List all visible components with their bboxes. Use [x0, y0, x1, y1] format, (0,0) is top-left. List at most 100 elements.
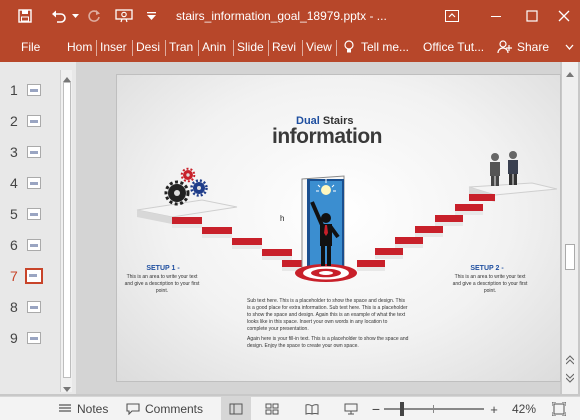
thumbnail-slide-1[interactable]: 1: [0, 82, 60, 102]
comments-label: Comments: [145, 402, 204, 416]
thumbnail-slide-4[interactable]: 4: [0, 175, 60, 195]
center-body-paragraph-2: Again here is your fill-in text. This is…: [247, 336, 409, 349]
thumbnail-slide-3[interactable]: 3: [0, 144, 60, 164]
person-icon: [497, 40, 512, 54]
slide-show-icon: [344, 403, 358, 415]
scroll-up-icon[interactable]: [566, 66, 574, 80]
left-stairs: [172, 217, 312, 271]
normal-view-icon: [229, 403, 243, 415]
ribbon-display-options-icon[interactable]: [434, 0, 470, 32]
setup-2-body: This is an area to write your text and g…: [452, 274, 528, 294]
gears-icon: [164, 167, 208, 206]
slide-thumbnail[interactable]: [27, 84, 41, 96]
thumbnail-slide-2[interactable]: 2: [0, 113, 60, 133]
zoom-percentage[interactable]: 42%: [512, 397, 536, 420]
comment-icon: [126, 403, 140, 415]
tab-animations[interactable]: Anin: [202, 32, 229, 62]
zoom-out-icon[interactable]: −: [371, 397, 381, 420]
reading-view-icon: [305, 404, 319, 415]
slide-thumbnail[interactable]: [27, 177, 41, 189]
slide-thumbnail[interactable]: [27, 332, 41, 344]
notes-button[interactable]: Notes: [58, 397, 108, 420]
slide-thumbnail[interactable]: [27, 301, 41, 313]
slide-sorter-button[interactable]: [262, 397, 282, 420]
tab-home[interactable]: Hom: [67, 32, 95, 62]
ribbon-collapse-icon[interactable]: [565, 32, 577, 62]
share-label: Share: [517, 40, 550, 54]
slide-number: 7: [10, 268, 18, 284]
slide-number: 8: [10, 299, 18, 315]
slide-number: 9: [10, 330, 18, 346]
undo-icon[interactable]: [48, 0, 70, 32]
setup-2-heading: SETUP 2 -: [470, 265, 504, 272]
center-body-paragraph-1: Sub text here. This is a placeholder to …: [247, 298, 408, 332]
title-bar: stairs_information_goal_18979.pptx - ...: [0, 0, 580, 32]
slide-title-line2: information: [272, 125, 383, 148]
zoom-in-icon[interactable]: +: [489, 397, 499, 420]
tab-view[interactable]: View: [306, 32, 334, 62]
slide-number: 6: [10, 237, 18, 253]
tab-slide-show[interactable]: Slide: [237, 32, 267, 62]
maximize-icon[interactable]: [514, 0, 550, 32]
normal-view-button[interactable]: [221, 397, 251, 420]
slide-thumbnail[interactable]: [27, 146, 41, 158]
slide-number: 1: [10, 82, 18, 98]
slide-number: 5: [10, 206, 18, 222]
tab-office-tutorials[interactable]: Office Tut...: [423, 32, 489, 62]
svg-text:h: h: [280, 214, 284, 223]
thumbnail-slide-9[interactable]: 9: [0, 330, 60, 350]
scroll-down-icon[interactable]: [63, 382, 71, 396]
share-button[interactable]: Share: [497, 36, 555, 58]
zoom-slider-track: [384, 402, 484, 416]
save-icon[interactable]: [14, 0, 36, 32]
scrollbar-thumb[interactable]: [565, 244, 575, 270]
slide-7[interactable]: h Dual Stairs information SETUP 1 - This…: [116, 74, 561, 382]
slide-thumbnail[interactable]: [27, 208, 41, 220]
tab-insert[interactable]: Inser: [100, 32, 128, 62]
tab-file[interactable]: File: [21, 32, 40, 62]
thumbnail-scrollbar[interactable]: [60, 70, 72, 392]
slide-sorter-icon: [265, 403, 279, 415]
canvas-scrollbar[interactable]: [562, 62, 578, 394]
slide-editing-canvas[interactable]: h Dual Stairs information SETUP 1 - This…: [76, 62, 561, 394]
zoom-slider[interactable]: [384, 397, 484, 420]
thumbnail-slide-5[interactable]: 5: [0, 206, 60, 226]
tab-design[interactable]: Desi: [136, 32, 162, 62]
present-from-beginning-icon[interactable]: [112, 0, 136, 32]
tab-separator: [96, 40, 97, 56]
thumbnail-slide-7-selected[interactable]: 7: [0, 268, 60, 288]
slide-number: 2: [10, 113, 18, 129]
status-bar: Notes Comments − + 42%: [0, 396, 580, 420]
businessmen-icon: [490, 151, 518, 186]
slide-thumbnail[interactable]: [27, 239, 41, 251]
slide-thumbnail[interactable]: [27, 115, 41, 127]
undo-dropdown-icon[interactable]: [70, 0, 80, 32]
slide-show-button[interactable]: [341, 397, 361, 420]
reading-view-button[interactable]: [302, 397, 322, 420]
tab-separator: [132, 40, 133, 56]
slide-thumbnail[interactable]: [25, 268, 43, 284]
close-icon[interactable]: [548, 0, 580, 32]
tab-review[interactable]: Revi: [272, 32, 300, 62]
lightbulb-icon[interactable]: [344, 32, 356, 62]
minimize-icon[interactable]: [478, 0, 514, 32]
tab-transitions[interactable]: Tran: [169, 32, 195, 62]
redo-icon[interactable]: [84, 0, 104, 32]
slide-number: 3: [10, 144, 18, 160]
next-slide-icon[interactable]: [565, 372, 575, 386]
scrollbar-thumb[interactable]: [63, 82, 71, 378]
tab-separator: [233, 40, 234, 56]
zoom-slider-thumb[interactable]: [399, 402, 404, 416]
comments-button[interactable]: Comments: [126, 397, 203, 420]
tell-me-box[interactable]: Tell me...: [361, 32, 413, 62]
zoom-slider-center-tick: [433, 405, 434, 413]
thumbnail-slide-8[interactable]: 8: [0, 299, 60, 319]
slide-number: 4: [10, 175, 18, 191]
fit-to-window-button[interactable]: [552, 397, 566, 420]
customize-toolbar-icon[interactable]: [144, 0, 158, 32]
setup-1-heading: SETUP 1 -: [146, 265, 180, 272]
tab-separator: [302, 40, 303, 56]
window-title: stairs_information_goal_18979.pptx - ...: [176, 9, 387, 23]
previous-slide-icon[interactable]: [565, 354, 575, 368]
thumbnail-slide-6[interactable]: 6: [0, 237, 60, 257]
